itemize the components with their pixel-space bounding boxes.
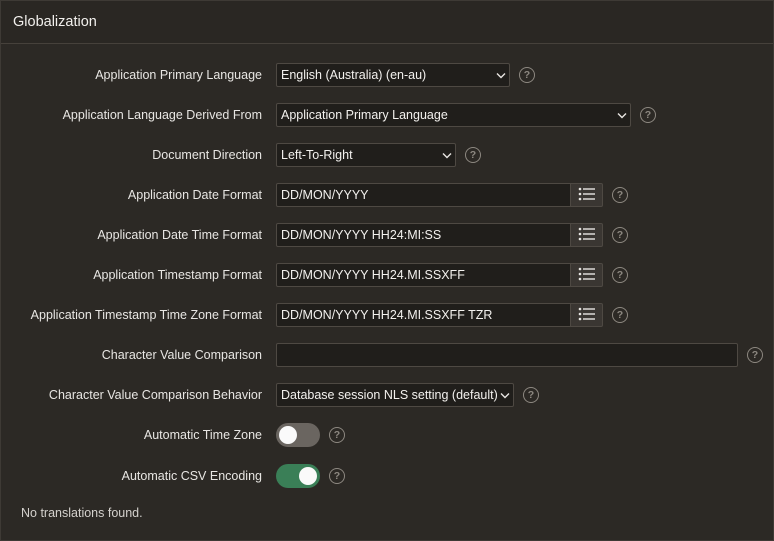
row-primary-language: Application Primary Language English (Au… <box>1 63 774 87</box>
timestamp-format-label: Application Timestamp Format <box>93 268 262 282</box>
help-icon[interactable]: ? <box>747 347 763 363</box>
date-format-lov-button[interactable] <box>571 183 603 207</box>
row-timestamp-tz-format: Application Timestamp Time Zone Format D… <box>1 303 774 327</box>
document-direction-label: Document Direction <box>152 148 262 162</box>
chevron-down-icon <box>442 151 452 160</box>
list-icon <box>578 307 596 324</box>
help-icon[interactable]: ? <box>612 227 628 243</box>
list-icon <box>578 227 596 244</box>
date-format-control: DD/MON/YYYY ? <box>276 183 628 207</box>
language-derived-from-select[interactable]: Application Primary Language <box>276 103 631 127</box>
help-icon[interactable]: ? <box>612 267 628 283</box>
row-timestamp-format: Application Timestamp Format DD/MON/YYYY… <box>1 263 774 287</box>
panel-title: Globalization <box>1 1 773 44</box>
timestamp-format-control: DD/MON/YYYY HH24.MI.SSXFF ? <box>276 263 628 287</box>
auto-csv-encoding-toggle[interactable] <box>276 464 320 488</box>
auto-time-zone-control: ? <box>276 423 345 447</box>
help-icon[interactable]: ? <box>329 468 345 484</box>
date-time-format-input[interactable]: DD/MON/YYYY HH24:MI:SS <box>276 223 571 247</box>
date-format-label: Application Date Format <box>127 188 262 202</box>
date-time-format-label: Application Date Time Format <box>97 228 262 242</box>
row-auto-time-zone: Automatic Time Zone ? <box>1 423 774 447</box>
char-value-comparison-control: ? <box>276 343 763 367</box>
help-icon[interactable]: ? <box>519 67 535 83</box>
date-time-format-lov-button[interactable] <box>571 223 603 247</box>
help-icon[interactable]: ? <box>523 387 539 403</box>
primary-language-label: Application Primary Language <box>95 68 262 82</box>
globalization-panel: Globalization Application Primary Langua… <box>0 0 774 541</box>
help-icon[interactable]: ? <box>465 147 481 163</box>
char-value-comparison-behavior-value: Database session NLS setting (default) <box>281 388 498 402</box>
row-date-format: Application Date Format DD/MON/YYYY ? <box>1 183 774 207</box>
toggle-knob <box>279 426 297 444</box>
timestamp-format-lov-button[interactable] <box>571 263 603 287</box>
date-time-format-control: DD/MON/YYYY HH24:MI:SS ? <box>276 223 628 247</box>
timestamp-tz-format-label: Application Timestamp Time Zone Format <box>30 308 262 322</box>
help-icon[interactable]: ? <box>612 187 628 203</box>
auto-csv-encoding-label: Automatic CSV Encoding <box>121 469 262 483</box>
chevron-down-icon <box>500 391 510 400</box>
chevron-down-icon <box>617 111 627 120</box>
date-format-input[interactable]: DD/MON/YYYY <box>276 183 571 207</box>
char-value-comparison-label: Character Value Comparison <box>101 348 262 362</box>
list-icon <box>578 267 596 284</box>
row-auto-csv-encoding: Automatic CSV Encoding ? <box>1 464 774 488</box>
document-direction-control: Left-To-Right ? <box>276 143 481 167</box>
primary-language-value: English (Australia) (en-au) <box>281 68 427 82</box>
row-document-direction: Document Direction Left-To-Right ? <box>1 143 774 167</box>
char-value-comparison-input[interactable] <box>276 343 738 367</box>
char-value-comparison-behavior-label: Character Value Comparison Behavior <box>48 388 262 402</box>
document-direction-select[interactable]: Left-To-Right <box>276 143 456 167</box>
row-language-derived-from: Application Language Derived From Applic… <box>1 103 774 127</box>
row-char-value-comparison-behavior: Character Value Comparison Behavior Data… <box>1 383 774 407</box>
timestamp-tz-format-control: DD/MON/YYYY HH24.MI.SSXFF TZR ? <box>276 303 628 327</box>
language-derived-from-control: Application Primary Language ? <box>276 103 656 127</box>
toggle-knob <box>299 467 317 485</box>
row-date-time-format: Application Date Time Format DD/MON/YYYY… <box>1 223 774 247</box>
help-icon[interactable]: ? <box>612 307 628 323</box>
auto-time-zone-label: Automatic Time Zone <box>143 428 262 442</box>
language-derived-from-value: Application Primary Language <box>281 108 448 122</box>
primary-language-control: English (Australia) (en-au) ? <box>276 63 535 87</box>
chevron-down-icon <box>496 71 506 80</box>
timestamp-tz-format-input[interactable]: DD/MON/YYYY HH24.MI.SSXFF TZR <box>276 303 571 327</box>
auto-time-zone-toggle[interactable] <box>276 423 320 447</box>
help-icon[interactable]: ? <box>640 107 656 123</box>
document-direction-value: Left-To-Right <box>281 148 353 162</box>
char-value-comparison-behavior-control: Database session NLS setting (default) ? <box>276 383 539 407</box>
primary-language-select[interactable]: English (Australia) (en-au) <box>276 63 510 87</box>
language-derived-from-label: Application Language Derived From <box>62 108 262 122</box>
timestamp-tz-format-lov-button[interactable] <box>571 303 603 327</box>
list-icon <box>578 187 596 204</box>
help-icon[interactable]: ? <box>329 427 345 443</box>
char-value-comparison-behavior-select[interactable]: Database session NLS setting (default) <box>276 383 514 407</box>
no-translations-message: No translations found. <box>21 506 143 520</box>
row-char-value-comparison: Character Value Comparison ? <box>1 343 774 367</box>
auto-csv-encoding-control: ? <box>276 464 345 488</box>
timestamp-format-input[interactable]: DD/MON/YYYY HH24.MI.SSXFF <box>276 263 571 287</box>
